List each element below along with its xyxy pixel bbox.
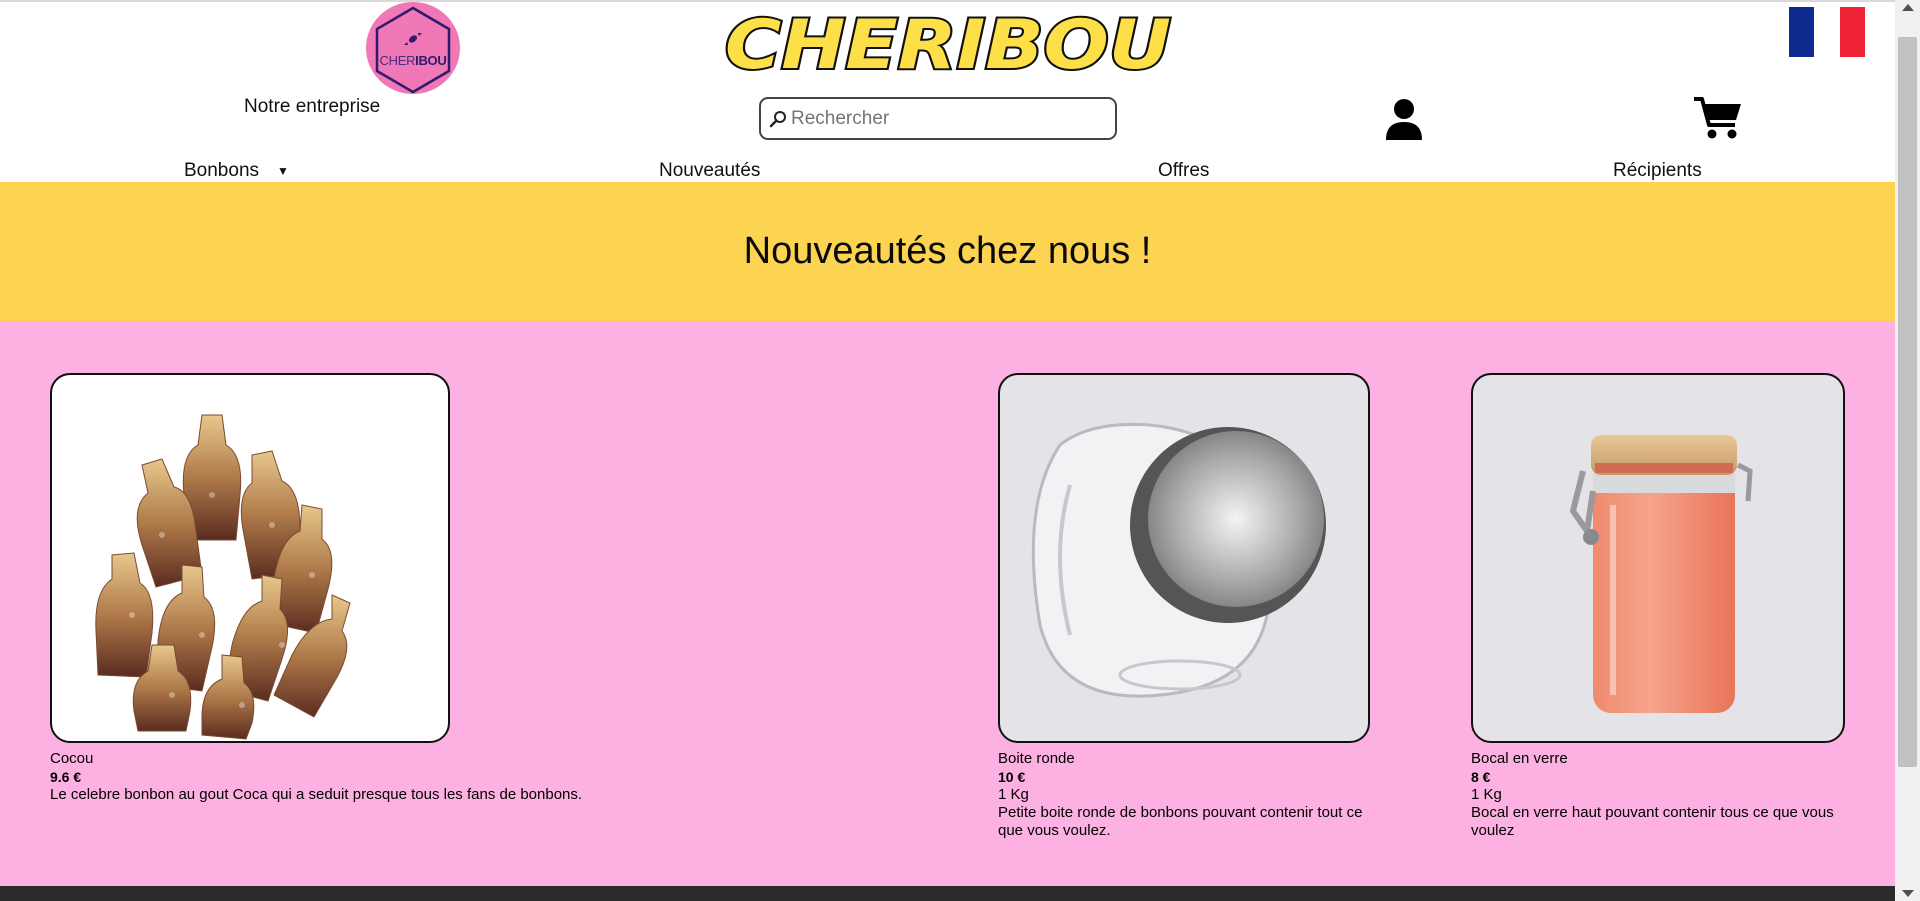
cola-bottle-candy-image	[95, 414, 351, 740]
product-image[interactable]	[998, 373, 1370, 743]
main-nav: Bonbons ▼ Nouveautés Offres Récipients	[0, 156, 1895, 182]
nav-item-recipients[interactable]: Récipients	[1613, 160, 1702, 182]
product-image[interactable]	[50, 373, 450, 743]
logo-text: CHERIBOU	[366, 53, 460, 68]
nav-item-bonbons-label: Bonbons	[184, 160, 260, 181]
flag-stripe-blue	[1789, 7, 1815, 57]
chevron-down-icon[interactable]: ▼	[277, 164, 289, 178]
product-weight: 1 Kg	[1471, 786, 1502, 803]
cheribou-logo[interactable]: CHERIBOU	[366, 2, 460, 94]
nav-item-nouveautes[interactable]: Nouveautés	[659, 160, 760, 182]
flag-stripe-red	[1839, 7, 1865, 57]
round-jar-image	[1031, 422, 1326, 698]
scroll-up-arrow-icon[interactable]	[1902, 4, 1914, 11]
product-image[interactable]	[1471, 373, 1845, 743]
scroll-down-arrow-icon[interactable]	[1902, 890, 1914, 897]
product-price: 9.6 €	[50, 769, 82, 785]
search-box[interactable]	[759, 97, 1117, 140]
hero-banner: Nouveautés chez nous !	[0, 182, 1895, 321]
user-icon[interactable]	[1384, 98, 1424, 140]
product-description: Le celebre bonbon au gout Coca qui a sed…	[50, 786, 583, 803]
product-card[interactable]: Cocou 9.6 € Le celebre bonbon au gout Co…	[50, 373, 650, 804]
nav-item-offres[interactable]: Offres	[1158, 160, 1209, 182]
candy-icon	[404, 33, 422, 45]
scrollbar-thumb[interactable]	[1898, 37, 1917, 767]
cart-icon[interactable]	[1694, 96, 1742, 140]
product-card[interactable]: Boite ronde 10 € 1 Kg Petite boite ronde…	[998, 373, 1372, 840]
site-footer	[0, 886, 1895, 901]
product-name[interactable]: Cocou	[50, 750, 650, 768]
glass-jar-image	[1569, 435, 1753, 713]
page-title: Nouveautés chez nous !	[743, 230, 1152, 272]
site-header: CHERIBOU Notre entreprise CHERIBOU	[0, 2, 1895, 182]
company-link[interactable]: Notre entreprise	[244, 96, 380, 118]
search-icon	[769, 110, 786, 127]
vertical-scrollbar[interactable]	[1895, 0, 1920, 901]
product-card[interactable]: Bocal en verre 8 € 1 Kg Bocal en verre h…	[1471, 373, 1845, 840]
logo-text-light: CHER	[379, 53, 416, 68]
brand-title[interactable]: CHERIBOU	[720, 4, 1176, 82]
nav-item-bonbons[interactable]: Bonbons ▼	[184, 160, 289, 182]
fr-flag-icon[interactable]	[1789, 7, 1865, 57]
flag-stripe-white	[1814, 7, 1840, 57]
search-input[interactable]	[791, 107, 1091, 130]
product-name[interactable]: Bocal en verre	[1471, 750, 1845, 768]
product-price: 10 €	[998, 769, 1026, 785]
logo-hexagon-icon	[375, 6, 451, 94]
products-section: Cocou 9.6 € Le celebre bonbon au gout Co…	[0, 321, 1895, 886]
product-description: Petite boite ronde de bonbons pouvant co…	[998, 804, 1363, 839]
product-name[interactable]: Boite ronde	[998, 750, 1372, 768]
brand-title-text: CHERIBOU	[725, 6, 1171, 82]
logo-text-bold: IBOU	[415, 53, 447, 68]
product-description: Bocal en verre haut pouvant contenir tou…	[1471, 804, 1834, 839]
product-price: 8 €	[1471, 769, 1491, 785]
product-weight: 1 Kg	[998, 786, 1029, 803]
